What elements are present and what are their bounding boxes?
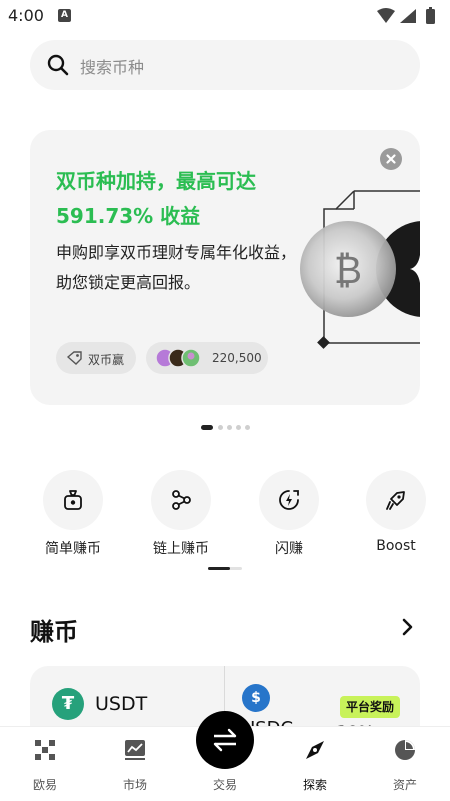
search-placeholder: 搜索币种 bbox=[80, 58, 145, 77]
carousel-dot bbox=[218, 425, 223, 430]
banner-title: 双币种加持，最高可达 bbox=[56, 169, 256, 193]
carousel-dot bbox=[236, 425, 241, 430]
quick-action-boost[interactable]: Boost bbox=[361, 470, 431, 554]
quick-action-label: 链上赚币 bbox=[153, 541, 209, 557]
quick-action-label: 简单赚币 bbox=[45, 541, 101, 557]
rocket-icon bbox=[386, 491, 405, 510]
compass-icon bbox=[306, 741, 324, 759]
tab-label: 欧易 bbox=[32, 778, 57, 792]
search-icon bbox=[46, 53, 70, 81]
tab-label: 探索 bbox=[302, 778, 327, 792]
status-bar: 4:00 A bbox=[0, 0, 450, 32]
svg-text:₿: ₿ bbox=[334, 248, 362, 292]
coin-name: USDT bbox=[95, 693, 148, 715]
usdt-icon: ₮ bbox=[52, 688, 84, 720]
banner-description: 申购即享双币理财专属年化收益，助您锁定更高回报。 bbox=[56, 243, 297, 292]
tab-label: 交易 bbox=[212, 778, 237, 792]
promo-banner[interactable]: 双币种加持，最高可达 591.73% 收益 申购即享双币理财专属年化收益，助您锁… bbox=[30, 130, 420, 405]
quick-action-label: 闪赚 bbox=[275, 541, 303, 557]
product-tag-label: 双币赢 bbox=[88, 353, 125, 367]
tab-okx[interactable]: 欧易 bbox=[0, 727, 90, 801]
chain-nodes-icon bbox=[172, 490, 191, 510]
flash-earn-icon bbox=[279, 490, 299, 510]
tab-market[interactable]: 市场 bbox=[90, 727, 180, 801]
money-bag-icon bbox=[64, 490, 82, 510]
carousel-dot bbox=[227, 425, 232, 430]
assets-pie-icon bbox=[395, 740, 415, 760]
carousel-dot bbox=[245, 425, 250, 430]
quick-action-label: Boost bbox=[376, 538, 416, 554]
tab-explore[interactable]: 探索 bbox=[270, 727, 360, 801]
product-tag[interactable]: 双币赢 bbox=[56, 342, 136, 374]
carousel-dot-active bbox=[201, 425, 213, 430]
okx-logo-icon bbox=[35, 740, 55, 760]
signal-wifi-battery-icon bbox=[377, 7, 435, 24]
section-title: 赚币 bbox=[30, 618, 78, 646]
reward-badge: 平台奖励 bbox=[340, 696, 401, 718]
tag-icon bbox=[66, 351, 83, 368]
chevron-right-icon[interactable] bbox=[402, 618, 414, 640]
user-avatars-icon bbox=[155, 348, 211, 371]
trade-swap-button[interactable] bbox=[196, 711, 254, 769]
status-time: 4:00 bbox=[8, 6, 44, 25]
quick-action-onchain-earn[interactable]: 链上赚币 bbox=[146, 470, 216, 558]
close-icon[interactable] bbox=[380, 148, 402, 170]
quick-actions-scroll-indicator bbox=[208, 567, 242, 570]
participants-count: 220,500 bbox=[212, 351, 262, 365]
notification-icon: A bbox=[58, 9, 71, 22]
participants-chip: 220,500 bbox=[146, 342, 268, 374]
status-icons bbox=[376, 7, 442, 25]
quick-action-simple-earn[interactable]: 简单赚币 bbox=[38, 470, 108, 558]
trade-swap-icon bbox=[213, 728, 237, 752]
usdc-icon: $ bbox=[242, 684, 270, 712]
tab-label: 资产 bbox=[392, 778, 417, 792]
search-bar[interactable]: 搜索币种 bbox=[30, 40, 420, 90]
dual-coin-illustration: ₿ bbox=[296, 185, 420, 359]
banner-yield: 591.73% 收益 bbox=[56, 204, 201, 228]
tab-label: 市场 bbox=[122, 778, 147, 792]
quick-action-flash-earn[interactable]: 闪赚 bbox=[254, 470, 324, 558]
tab-assets[interactable]: 资产 bbox=[360, 727, 450, 801]
market-chart-icon bbox=[125, 740, 145, 760]
